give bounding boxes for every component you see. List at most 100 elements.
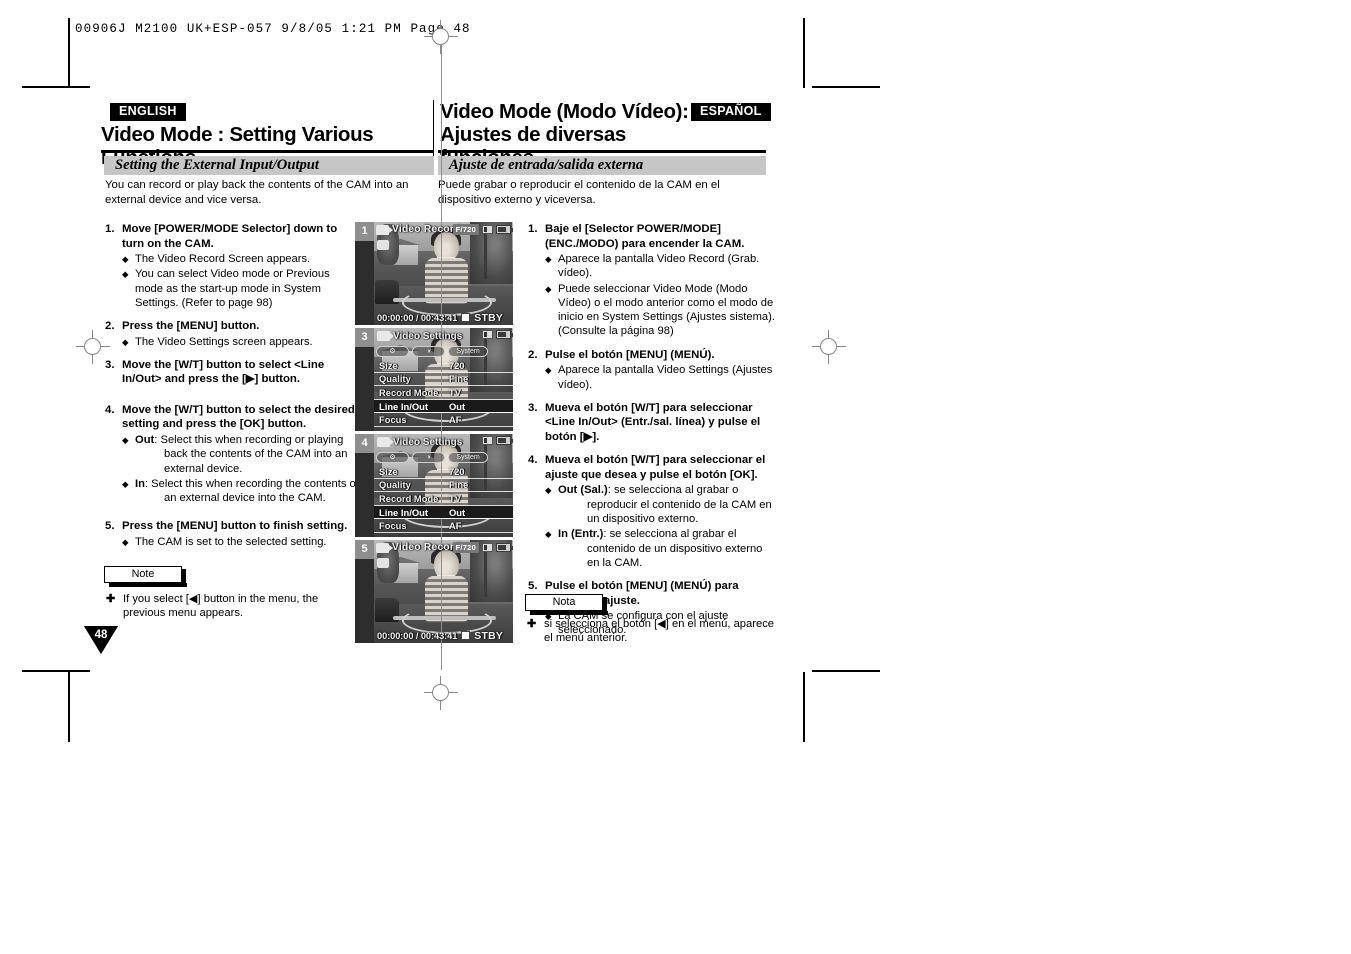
option-name: Out [135,433,155,446]
video-camera-icon [377,331,394,341]
menu-tab-photo[interactable]: ◑ [412,345,445,357]
lcd-mode-title: Video Record [392,542,461,553]
menu-row-value: AF [449,414,462,426]
video-camera-icon [377,437,394,447]
diamond-bullet-icon: ◆ [545,485,552,496]
step-item: 5. Press the [MENU] button to finish set… [105,519,360,549]
option-cont: reproducir el contenido de la CAM en un … [587,498,772,525]
menu-tab-bar[interactable]: ⚙ ◑ System [376,345,511,357]
menu-row-value: Fine [449,373,469,385]
battery-icon [496,225,513,234]
crop-mark-top-left-vertical [68,18,70,88]
crop-mark-top-left-horizontal [22,86,90,88]
menu-row-value: 720 [449,359,465,371]
note-text: si selecciona el botón [◀] en el menú, a… [544,618,775,645]
page-number: 48 [94,629,108,641]
step-text: Pulse el botón [MENU] (MENÚ). [545,348,715,361]
timecode-display: 00:00:00 / 00:43:41 [377,630,458,641]
menu-row-record-mode[interactable]: Record Mode TV [374,492,513,506]
step-number: 4. [105,403,115,416]
step-number: 1. [528,223,538,235]
memory-card-icon [482,543,493,552]
menu-tab-photo[interactable]: ◑ [412,451,445,463]
step-bullet: ◆ The Video Record Screen appears. [122,253,311,265]
video-camera-icon [376,224,393,235]
menu-row-line-in-out[interactable]: Line In/Out Out [374,505,513,520]
printer-slug-line: 00906J M2100 UK+ESP-057 9/8/05 1:21 PM P… [75,22,471,36]
menu-row-value: Fine [449,479,469,491]
resolution-indicator: F/720 [452,224,479,235]
column-divider [433,100,435,160]
center-fold-line [441,44,442,670]
menu-row-list: Size 720 Quality Fine Record Mode TV Lin… [374,359,513,427]
menu-row-label: Line In/Out [379,400,428,412]
menu-tab-bar[interactable]: ⚙ ◑ System [376,451,511,463]
camera-lcd-menu: Video Settings ⚙ ◑ System Size 720 Quali… [374,434,513,537]
step-item: 1. Move [POWER/MODE Selector] down to tu… [105,222,360,310]
step-bullet: ◆ Puede seleccionar Video Mode (Modo Víde… [545,282,775,338]
menu-row-record-mode[interactable]: Record Mode TV [374,386,513,400]
step-item: 1. Baje el [Selector POWER/MODE] (ENC./M… [528,222,776,339]
diamond-bullet-icon: ◆ [122,434,129,445]
title-rule-spanish [438,150,766,153]
menu-row-label: Record Mode [379,492,439,504]
crop-mark-bottom-left-horizontal [22,670,90,672]
step-number: 1. [105,223,115,235]
menu-row-size[interactable]: Size 720 [374,465,513,479]
menu-tab-video[interactable]: ⚙ [376,451,409,463]
step-bullet: ◆ You can select Video mode or Previous m… [122,268,330,309]
step-option: ◆ In: Select this when recording the con… [105,477,360,506]
screenshot-step-4: 4 Video Settings ⚙ ◑ System Size 720 Qua… [355,434,513,537]
option-cont: an external device into the CAM. [164,492,326,505]
step-bullet: ◆ Aparece la pantalla Video Settings (Aju… [545,364,773,391]
menu-tab-system[interactable]: System [448,345,488,357]
option-desc: : se selecciona al grabar el [603,528,737,541]
menu-row-label: Focus [379,520,407,532]
option-desc: : se selecciona al grabar o [607,484,739,497]
record-mode-icon [377,240,389,250]
menu-row-focus[interactable]: Focus AF [374,413,513,427]
diamond-bullet-icon: ◆ [122,254,129,264]
record-mode-icon [377,558,389,568]
registration-mark-right [812,330,846,364]
option-desc: : Select this when recording the content… [144,477,359,490]
menu-tab-system[interactable]: System [448,451,488,463]
menu-row-label: Focus [379,414,407,426]
diamond-bullet-icon: ◆ [545,254,552,264]
diamond-bullet-icon: ◆ [545,365,552,376]
registration-mark-bottom [424,676,458,710]
step-number: 5. [105,520,115,533]
page-title-spanish-line1: Video Mode (Modo Vídeo): [440,100,689,123]
page-number-badge: 48 [84,626,118,654]
menu-row-value: Out [449,506,466,518]
diamond-bullet-icon: ◆ [545,283,552,294]
timecode-display: 00:00:00 / 00:43:41 [377,312,458,323]
menu-row-focus[interactable]: Focus AF [374,519,513,533]
menu-row-quality[interactable]: Quality Fine [374,479,513,493]
step-bullet: ◆ Aparece la pantalla Video Record (Grab.… [545,253,760,280]
menu-tab-video[interactable]: ⚙ [376,345,409,357]
step-number: 2. [528,348,538,361]
step-text: Press the [MENU] button. [122,320,260,333]
option-desc: : Select this when recording or playing [154,433,344,446]
crop-mark-bottom-right-vertical [803,672,805,742]
menu-row-value: AF [449,520,462,532]
menu-row-line-in-out[interactable]: Line In/Out Out [374,399,513,414]
step-text: Press the [MENU] button to finish settin… [122,520,348,533]
camera-lcd-preview: Video Record F/720 00:00:00 / 00:43:41 S… [374,540,513,643]
step-item: 2. Pulse el botón [MENU] (MENÚ). ◆ Aparec… [528,348,776,392]
option-name: In (Entr.) [558,528,604,541]
standby-square-icon [461,631,471,640]
note-label-english: Note [104,566,187,587]
menu-row-quality[interactable]: Quality Fine [374,373,513,387]
menu-row-size[interactable]: Size 720 [374,359,513,373]
note-marker-icon: ✚ [106,593,116,605]
section-intro-spanish: Puede grabar o reproducir el contenido d… [438,179,720,206]
step-number: 3. [105,358,115,371]
menu-row-value: Out [449,400,466,412]
camera-lcd-preview: Video Record F/720 00:00:00 / 00:43:41 S… [374,222,513,325]
step-option: ◆ In (Entr.): se selecciona al grabar el… [528,527,776,570]
step-number: 2. [105,320,115,333]
option-cont: back the contents of the CAM into an ext… [164,448,348,475]
note-marker-icon: ✚ [527,618,537,630]
